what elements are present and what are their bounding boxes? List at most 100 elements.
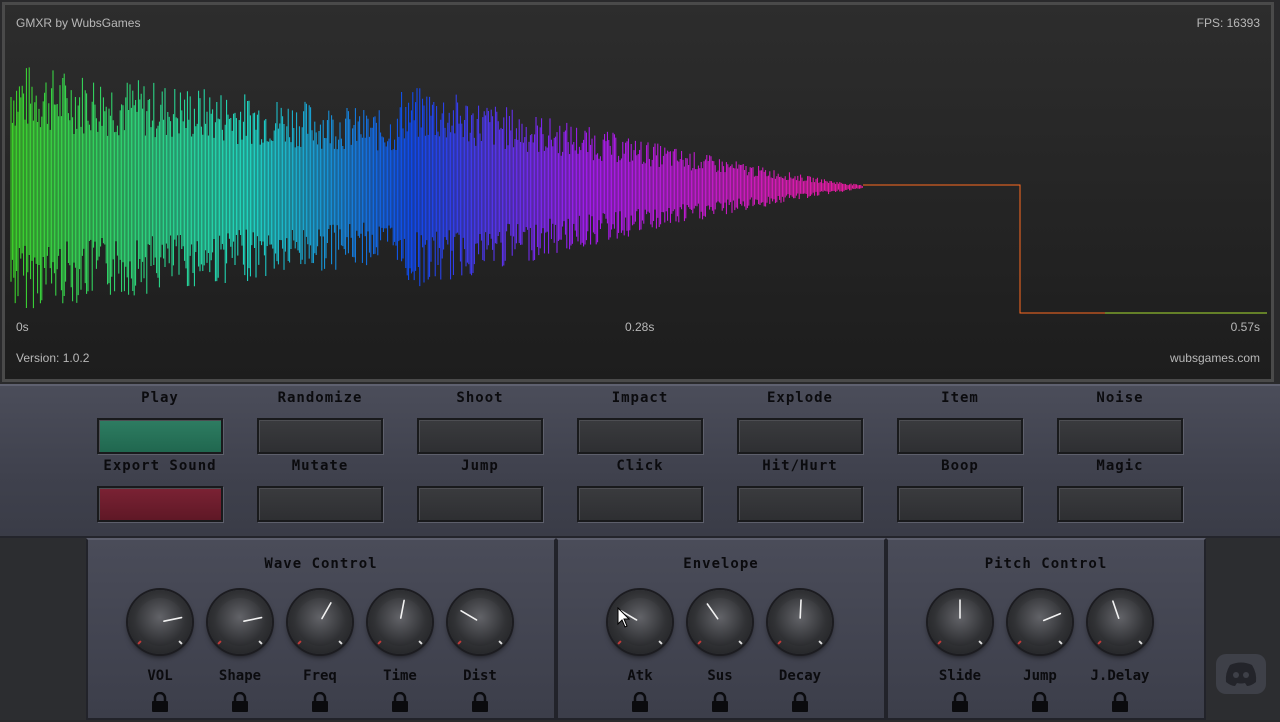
slide-knob[interactable] (928, 590, 992, 654)
waveform-display: GMXR by WubsGames FPS: 16393 0s 0.28s 0.… (2, 2, 1274, 382)
impact-button[interactable] (577, 418, 703, 454)
play-group: Play (95, 390, 225, 460)
export-sound-group: Export Sound (95, 458, 225, 528)
envelope-title: Envelope (683, 556, 759, 572)
atk-lock-icon[interactable] (631, 691, 649, 712)
slide-control: Slide (925, 588, 995, 722)
atk-label: Atk (627, 668, 653, 684)
time-control: Time (365, 588, 435, 722)
sus-knob[interactable] (688, 590, 752, 654)
sus-control: Sus (685, 588, 755, 722)
boop-label: Boop (941, 458, 979, 474)
vol-lock-icon[interactable] (151, 691, 169, 712)
freq-knob[interactable] (288, 590, 352, 654)
jdelay-lock-icon[interactable] (1111, 691, 1129, 712)
dist-lock-icon[interactable] (471, 691, 489, 712)
noise-label: Noise (1096, 390, 1144, 406)
freq-control: Freq (285, 588, 355, 722)
time-lock-icon[interactable] (391, 691, 409, 712)
time-knob[interactable] (368, 590, 432, 654)
mutate-label: Mutate (291, 458, 349, 474)
noise-group: Noise (1055, 390, 1185, 460)
magic-group: Magic (1055, 458, 1185, 528)
click-label: Click (616, 458, 664, 474)
shoot-button[interactable] (417, 418, 543, 454)
jump-label: Jump (461, 458, 499, 474)
mutate-group: Mutate (255, 458, 385, 528)
impact-label: Impact (611, 390, 669, 406)
shape-control: Shape (205, 588, 275, 722)
impact-group: Impact (575, 390, 705, 460)
hit-hurt-label: Hit/Hurt (762, 458, 838, 474)
sus-label: Sus (707, 668, 733, 684)
play-label: Play (141, 390, 179, 406)
vol-label: VOL (147, 668, 173, 684)
noise-button[interactable] (1057, 418, 1183, 454)
decay-control: Decay (765, 588, 835, 722)
vol-control: VOL (125, 588, 195, 722)
jump-button[interactable] (417, 486, 543, 522)
dist-control: Dist (445, 588, 515, 722)
app-title: GMXR by WubsGames (16, 16, 141, 30)
hit-hurt-button[interactable] (737, 486, 863, 522)
dist-knob[interactable] (448, 590, 512, 654)
jump-label: Jump (1023, 668, 1057, 684)
freq-lock-icon[interactable] (311, 691, 329, 712)
wave-control-title: Wave Control (264, 556, 378, 572)
version-label: Version: 1.0.2 (16, 351, 90, 365)
shape-knob[interactable] (208, 590, 272, 654)
jdelay-knob[interactable] (1088, 590, 1152, 654)
time-start-label: 0s (16, 320, 29, 334)
jump-lock-icon[interactable] (1031, 691, 1049, 712)
export-sound-button[interactable] (97, 486, 223, 522)
shoot-group: Shoot (415, 390, 545, 460)
randomize-label: Randomize (277, 390, 363, 406)
randomize-button[interactable] (257, 418, 383, 454)
wave-control-section: Wave Control VOL Shape Freq Time Dist (86, 538, 556, 720)
decay-lock-icon[interactable] (791, 691, 809, 712)
boop-button[interactable] (897, 486, 1023, 522)
export-sound-label: Export Sound (103, 458, 217, 474)
item-button[interactable] (897, 418, 1023, 454)
magic-label: Magic (1096, 458, 1144, 474)
envelope-section: Envelope Atk Sus Decay (556, 538, 886, 720)
time-mid-label: 0.28s (625, 320, 655, 334)
control-area: Wave Control VOL Shape Freq Time Dist Envelope… (0, 538, 1280, 720)
jdelay-control: J.Delay (1085, 588, 1155, 722)
decay-knob[interactable] (768, 590, 832, 654)
explode-group: Explode (735, 390, 865, 460)
click-button[interactable] (577, 486, 703, 522)
waveform-tail-line (863, 184, 1267, 314)
shape-lock-icon[interactable] (231, 691, 249, 712)
slide-lock-icon[interactable] (951, 691, 969, 712)
sus-lock-icon[interactable] (711, 691, 729, 712)
mutate-button[interactable] (257, 486, 383, 522)
boop-group: Boop (895, 458, 1025, 528)
magic-button[interactable] (1057, 486, 1183, 522)
jdelay-label: J.Delay (1090, 668, 1150, 684)
randomize-group: Randomize (255, 390, 385, 460)
sound-buttons-panel: Play Randomize Shoot Impact Explode Item Noise… (0, 384, 1280, 538)
dist-label: Dist (463, 668, 497, 684)
time-label: Time (383, 668, 417, 684)
time-end-label: 0.57s (1230, 320, 1260, 334)
freq-label: Freq (303, 668, 337, 684)
vol-knob[interactable] (128, 590, 192, 654)
shoot-label: Shoot (456, 390, 504, 406)
explode-label: Explode (766, 390, 833, 406)
waveform-bars (10, 67, 863, 309)
fps-counter: FPS: 16393 (1196, 16, 1260, 30)
click-group: Click (575, 458, 705, 528)
item-group: Item (895, 390, 1025, 460)
shape-label: Shape (218, 668, 262, 684)
play-button[interactable] (97, 418, 223, 454)
jump-group: Jump (415, 458, 545, 528)
decay-label: Decay (778, 668, 822, 684)
jump-control: Jump (1005, 588, 1075, 722)
website-label: wubsgames.com (1169, 351, 1260, 365)
explode-button[interactable] (737, 418, 863, 454)
pitch-control-section: Pitch Control Slide Jump J.Delay (886, 538, 1206, 720)
discord-icon[interactable] (1216, 654, 1266, 694)
item-label: Item (941, 390, 979, 406)
jump-knob[interactable] (1008, 590, 1072, 654)
